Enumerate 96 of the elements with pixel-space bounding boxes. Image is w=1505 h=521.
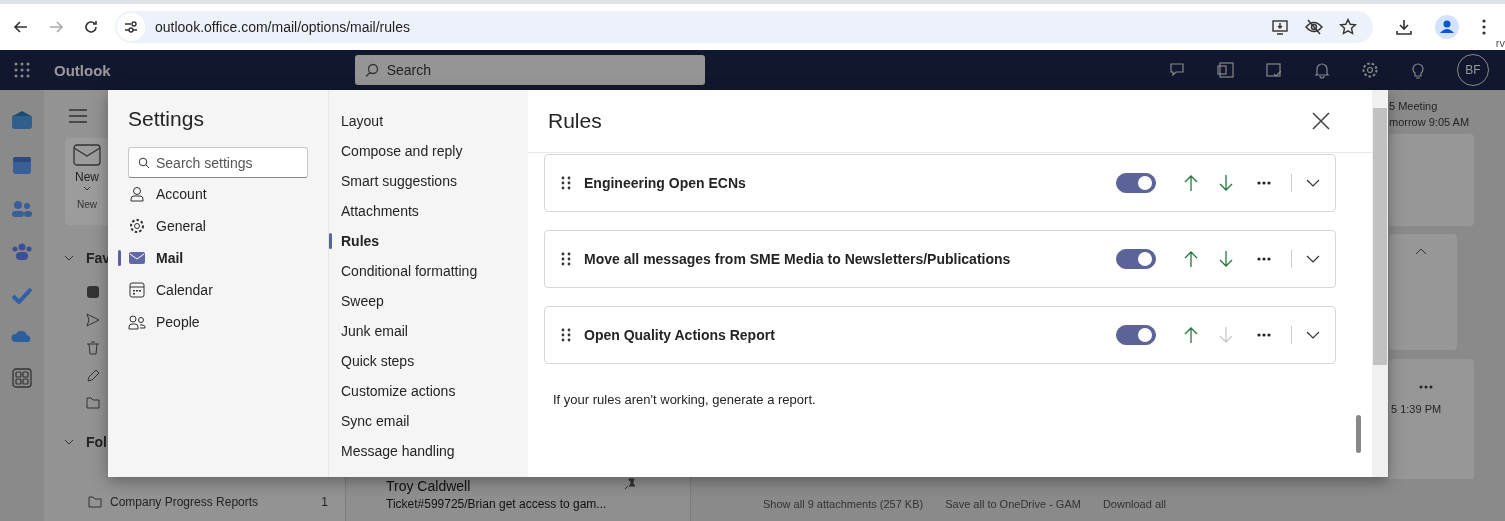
notebook-icon[interactable] [1217,61,1235,79]
download-icon[interactable] [1395,18,1413,36]
settings-subcategory[interactable]: Conditional formatting [329,256,528,286]
apps-icon[interactable] [12,368,32,388]
settings-subcategory[interactable]: Rules [329,226,528,256]
calendar-icon [128,282,146,298]
chevron-down-icon[interactable] [1306,331,1320,339]
settings-subcategory[interactable]: Smart suggestions [329,166,528,196]
app-name: Outlook [54,61,111,79]
install-app-icon[interactable] [1271,18,1289,36]
rule-name: Open Quality Actions Report [584,327,776,343]
bell-icon[interactable] [1313,61,1331,79]
menu-icon[interactable] [1481,18,1487,36]
toggle-switch[interactable] [1116,249,1156,269]
people-icon [128,314,146,330]
chat-icon[interactable] [1169,61,1187,79]
section-header[interactable]: Fol [86,434,107,450]
settings-subcategory[interactable]: Sync email [329,406,528,436]
attachment-action[interactable]: Save all to OneDrive - GAM [945,498,1081,510]
reload-icon[interactable] [83,19,99,35]
new-button[interactable]: New [73,138,101,184]
envelope-icon [128,251,146,265]
arrow-up-icon[interactable] [1184,174,1198,192]
settings-category[interactable]: Account [118,178,308,210]
settings-subcategory[interactable]: Compose and reply [329,136,528,166]
settings-subcategory[interactable]: Junk email [329,316,528,346]
profile-icon[interactable] [1435,15,1459,39]
chevron-down-icon[interactable] [1306,179,1320,187]
chevron-up-icon[interactable] [1415,247,1427,255]
section-header[interactable]: Fav [86,250,111,266]
settings-title: Settings [128,107,205,131]
search-field[interactable]: Search [354,55,705,85]
folder-icon[interactable] [86,397,100,409]
more-icon[interactable] [1257,257,1271,261]
eye-slash-icon[interactable] [1305,18,1323,36]
pin-icon [624,478,636,490]
address-bar[interactable]: outlook.office.com/mail/options/mail/rules [115,11,1373,43]
message-item[interactable]: Troy Caldwell Ticket#599725/Brian get access to gam... [386,478,636,511]
toggle-switch[interactable] [1116,325,1156,345]
envelope-icon [73,144,101,166]
checkmark-icon[interactable] [11,286,33,304]
calendar-icon[interactable] [12,155,32,175]
settings-subcategory[interactable]: Message handling [329,436,528,466]
more-icon[interactable] [1257,333,1271,337]
arrow-down-icon[interactable] [1219,174,1233,192]
edge-text: rv [1495,37,1505,49]
event-time: morrow 9:05 AM [1389,116,1470,128]
settings-subcategory[interactable]: Attachments [329,196,528,226]
settings-icon[interactable] [1361,61,1379,79]
settings-category[interactable]: Calendar [118,274,308,306]
toggle-switch[interactable] [1116,173,1156,193]
drag-handle-icon[interactable] [561,252,571,266]
attachment-action[interactable]: Show all 9 attachments (257 KB) [763,498,924,510]
site-settings-icon[interactable] [117,13,145,41]
star-icon[interactable] [1339,18,1357,36]
scrollbar-thumb[interactable] [1373,108,1387,365]
more-icon[interactable] [1257,181,1271,185]
drag-handle-icon[interactable] [561,176,571,190]
settings-subcategory[interactable]: Customize actions [329,376,528,406]
search-icon [364,63,379,77]
settings-icon [128,218,146,234]
folder-icon [88,496,102,508]
arrow-up-icon[interactable] [1184,250,1198,268]
group-label: New [77,199,97,210]
calendar-check-icon[interactable] [1265,61,1283,79]
send-icon[interactable] [86,313,100,327]
drag-handle-icon[interactable] [561,328,571,342]
arrow-down-icon[interactable] [1219,250,1233,268]
scrollbar-thumb[interactable] [1356,415,1361,453]
folder-item[interactable]: Company Progress Reports 1 [88,495,328,509]
rule-name: Move all messages from SME Media to Newsletters/Publications [584,251,1012,267]
back-icon[interactable] [13,19,29,35]
trash-icon[interactable] [86,341,100,355]
settings-category[interactable]: General [118,210,308,242]
rule-name: Engineering Open ECNs [584,175,747,191]
settings-subcategory[interactable]: Layout [329,106,528,136]
arrow-up-icon[interactable] [1184,326,1198,344]
settings-category[interactable]: People [118,306,308,338]
settings-subcategory[interactable]: Sweep [329,286,528,316]
settings-subcategory[interactable]: Quick steps [329,346,528,376]
chevron-down-icon[interactable] [1306,255,1320,263]
close-icon[interactable] [1312,112,1330,130]
search-field[interactable]: Search settings [128,147,308,178]
pencil-icon[interactable] [86,369,100,383]
mail-icon[interactable] [11,110,33,130]
page-title: Rules [548,109,602,133]
help-text: If your rules aren't working, generate a report. [553,392,817,407]
person-icon [128,186,146,202]
event-title: 5 Meeting [1389,100,1438,112]
app-launcher-icon[interactable] [14,62,30,78]
url-text: outlook.office.com/mail/options/mail/rules [155,19,410,35]
search-icon [138,157,150,169]
attachment-action[interactable]: Download all [1102,498,1166,510]
mail-time: 5 1:39 PM [1391,403,1442,415]
settings-category[interactable]: Mail [118,242,308,274]
lightbulb-icon[interactable] [1409,61,1427,79]
